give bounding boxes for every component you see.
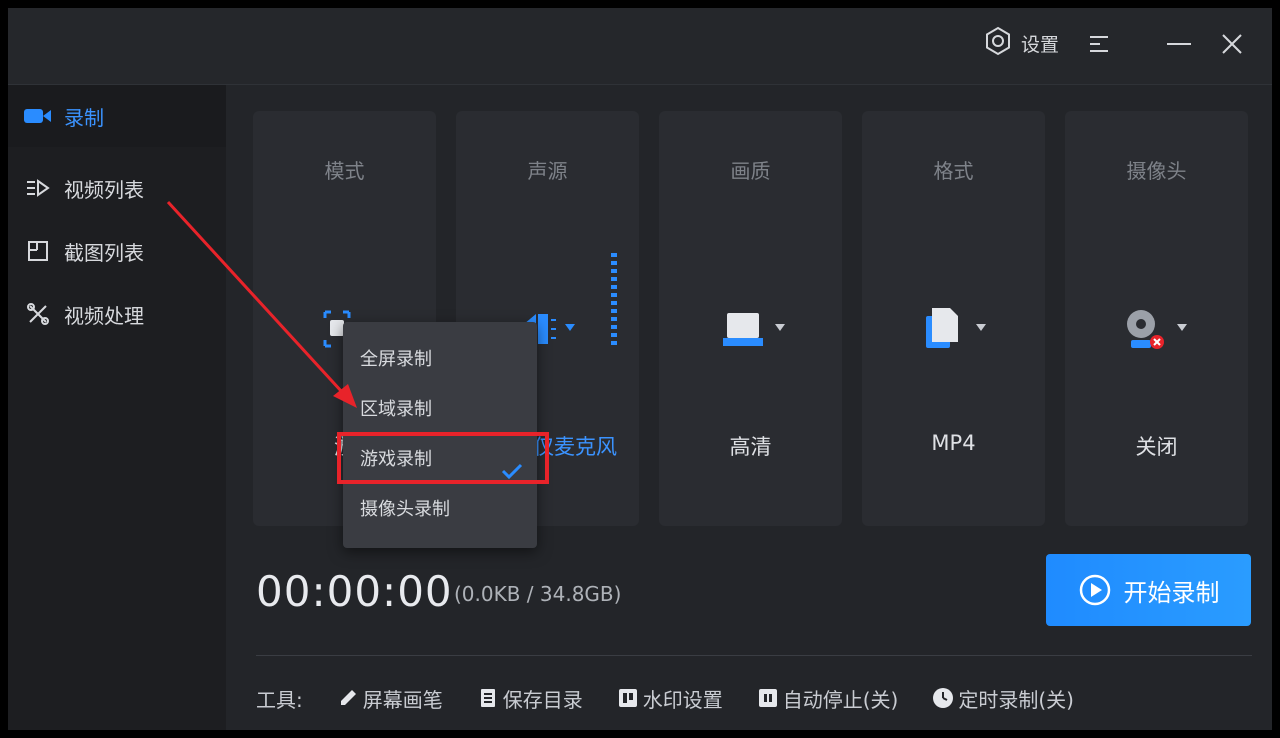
start-record-label: 开始录制 — [1123, 578, 1220, 607]
gear-icon — [983, 26, 1013, 61]
minimize-icon — [1167, 43, 1191, 45]
close-icon — [1222, 34, 1242, 54]
app-window: 设置 录制 视频列表 截图列表 视频处理 模式 声源 仅麦克风 画质 高清 格式… — [8, 8, 1272, 730]
sidebar-item-label: 视频处理 — [64, 303, 144, 328]
format-value: MP4 — [931, 431, 976, 455]
card-title: 摄像头 — [1126, 159, 1187, 183]
tool-label: 屏幕画笔 — [362, 687, 443, 712]
screenshot-icon — [24, 237, 52, 265]
clock-icon — [932, 687, 954, 709]
record-timer: 00:00:00 — [256, 567, 453, 616]
tool-label: 保存目录 — [502, 687, 583, 712]
play-icon — [1079, 574, 1110, 606]
auto-stop-button[interactable]: 自动停止(关) — [757, 684, 899, 713]
sidebar: 录制 视频列表 截图列表 视频处理 — [8, 85, 226, 730]
camera-icon — [24, 102, 52, 130]
quality-value: 高清 — [729, 435, 772, 459]
document-icon — [477, 687, 499, 709]
settings-button[interactable]: 设置 — [983, 26, 1060, 61]
sidebar-item-record[interactable]: 录制 — [8, 85, 226, 147]
pause-icon — [757, 687, 779, 709]
format-select[interactable] — [924, 306, 994, 352]
stamp-icon — [617, 687, 639, 709]
menu-button[interactable] — [1086, 30, 1114, 58]
file-size: (0.0KB / 34.8GB) — [454, 582, 622, 606]
save-folder-button[interactable]: 保存目录 — [477, 684, 583, 713]
sidebar-item-label: 录制 — [64, 105, 104, 130]
menu-item-camera[interactable]: 摄像头录制 — [343, 485, 537, 535]
menu-item-fullscreen[interactable]: 全屏录制 — [343, 335, 537, 385]
camera-select[interactable] — [1127, 306, 1197, 352]
toolbar: 工具: 屏幕画笔 保存目录 水印设置 自动停止(关) 定时录制(关) — [256, 683, 1074, 713]
video-list-icon — [24, 174, 52, 202]
pen-icon — [337, 687, 359, 709]
sidebar-item-screenshot-list[interactable]: 截图列表 — [8, 220, 226, 282]
card-title: 画质 — [730, 159, 771, 183]
sidebar-item-label: 截图列表 — [64, 240, 144, 265]
card-title: 模式 — [324, 159, 365, 183]
webcam-off-icon — [1127, 310, 1187, 349]
tools-label: 工具: — [256, 687, 303, 712]
watermark-button[interactable]: 水印设置 — [617, 684, 723, 713]
scheduled-record-button[interactable]: 定时录制(关) — [932, 684, 1074, 713]
card-title: 格式 — [933, 159, 974, 183]
tool-label: 定时录制(关) — [958, 687, 1074, 712]
start-record-button[interactable]: 开始录制 — [1046, 554, 1251, 626]
menu-icon — [1090, 36, 1108, 52]
camera-value: 关闭 — [1135, 435, 1178, 459]
format-card[interactable]: 格式 MP4 — [862, 111, 1045, 526]
minimize-button[interactable] — [1165, 30, 1193, 58]
highlight-box — [337, 432, 549, 484]
file-icon — [926, 308, 986, 348]
laptop-icon — [723, 313, 785, 346]
tools-icon — [24, 300, 52, 328]
close-button[interactable] — [1218, 30, 1246, 58]
screen-pen-button[interactable]: 屏幕画笔 — [337, 684, 443, 713]
card-title: 声源 — [527, 159, 568, 183]
quality-select[interactable] — [721, 306, 791, 352]
camera-card[interactable]: 摄像头 关闭 — [1065, 111, 1248, 526]
tool-label: 自动停止(关) — [782, 687, 899, 712]
quality-card[interactable]: 画质 高清 — [659, 111, 842, 526]
sidebar-item-label: 视频列表 — [64, 177, 144, 202]
sidebar-item-video-process[interactable]: 视频处理 — [8, 283, 226, 345]
title-bar: 设置 — [8, 8, 1272, 85]
tool-label: 水印设置 — [642, 687, 723, 712]
divider — [256, 655, 1252, 656]
menu-item-region[interactable]: 区域录制 — [343, 385, 537, 435]
sidebar-item-video-list[interactable]: 视频列表 — [8, 157, 226, 219]
settings-label: 设置 — [1021, 33, 1060, 56]
volume-meter — [611, 253, 617, 351]
